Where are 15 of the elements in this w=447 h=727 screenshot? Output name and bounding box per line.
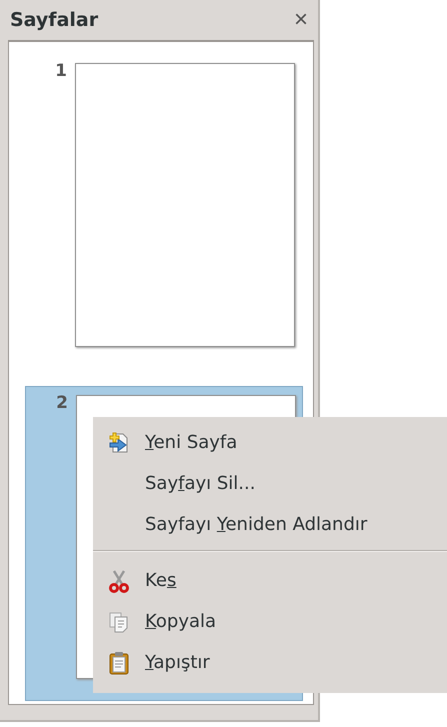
menu-item[interactable]: Sayfayı Sil...	[145, 473, 256, 494]
panel-title: Sayfalar	[10, 9, 98, 31]
scissors-icon	[108, 568, 130, 592]
menu-item[interactable]: Sayfayı Yeniden Adlandır	[145, 514, 368, 535]
menu-item[interactable]: Yeni Sayfa	[145, 432, 238, 453]
close-button[interactable]: ×	[288, 8, 314, 32]
menu-item[interactable]: Kopyala	[145, 611, 216, 632]
new-page-icon	[108, 432, 130, 454]
menu-item[interactable]: Kes	[145, 570, 176, 591]
page-item[interactable]: 1	[25, 55, 303, 370]
copy-icon	[108, 610, 130, 632]
clipboard-icon	[108, 650, 130, 674]
page-number: 2	[55, 395, 68, 412]
page-number: 1	[54, 63, 67, 80]
menu-item[interactable]: Yapıştır	[145, 652, 210, 673]
